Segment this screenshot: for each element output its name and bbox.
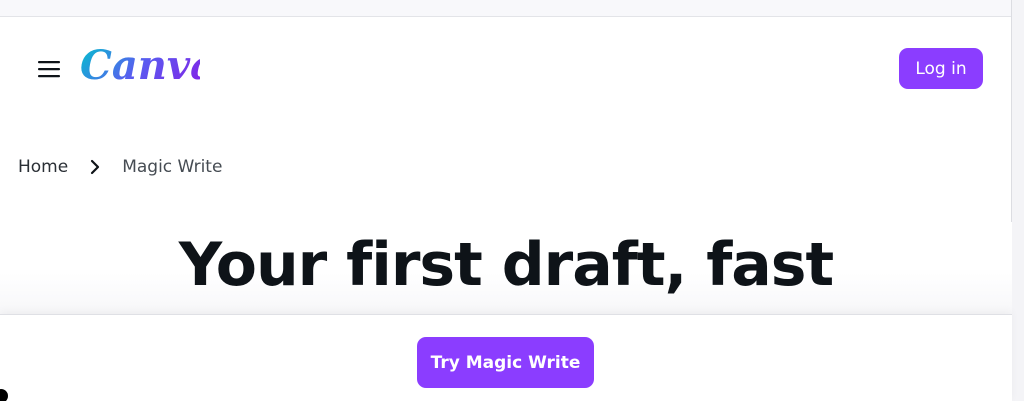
breadcrumb-home-link[interactable]: Home — [18, 157, 68, 177]
sticky-cta-bar: Try Magic Write — [0, 314, 1012, 401]
menu-button[interactable] — [30, 51, 68, 87]
breadcrumb-current: Magic Write — [122, 157, 223, 177]
hamburger-menu-icon — [38, 61, 60, 78]
hero-section: Your first draft, fast — [0, 222, 1012, 314]
top-strip — [0, 0, 1024, 17]
try-magic-write-button[interactable]: Try Magic Write — [417, 337, 594, 388]
page-title: Your first draft, fast — [178, 230, 834, 300]
browser-viewport: Canva Log in Home Magic Write Your first… — [0, 0, 1024, 401]
site-header: Canva Log in — [0, 17, 1012, 121]
login-button[interactable]: Log in — [899, 48, 983, 89]
chevron-right-icon — [90, 159, 100, 175]
breadcrumb: Home Magic Write — [18, 154, 222, 180]
logo-text: Canva — [80, 42, 200, 89]
canva-logo[interactable]: Canva — [80, 39, 200, 91]
scrollbar-track[interactable] — [1011, 0, 1024, 401]
